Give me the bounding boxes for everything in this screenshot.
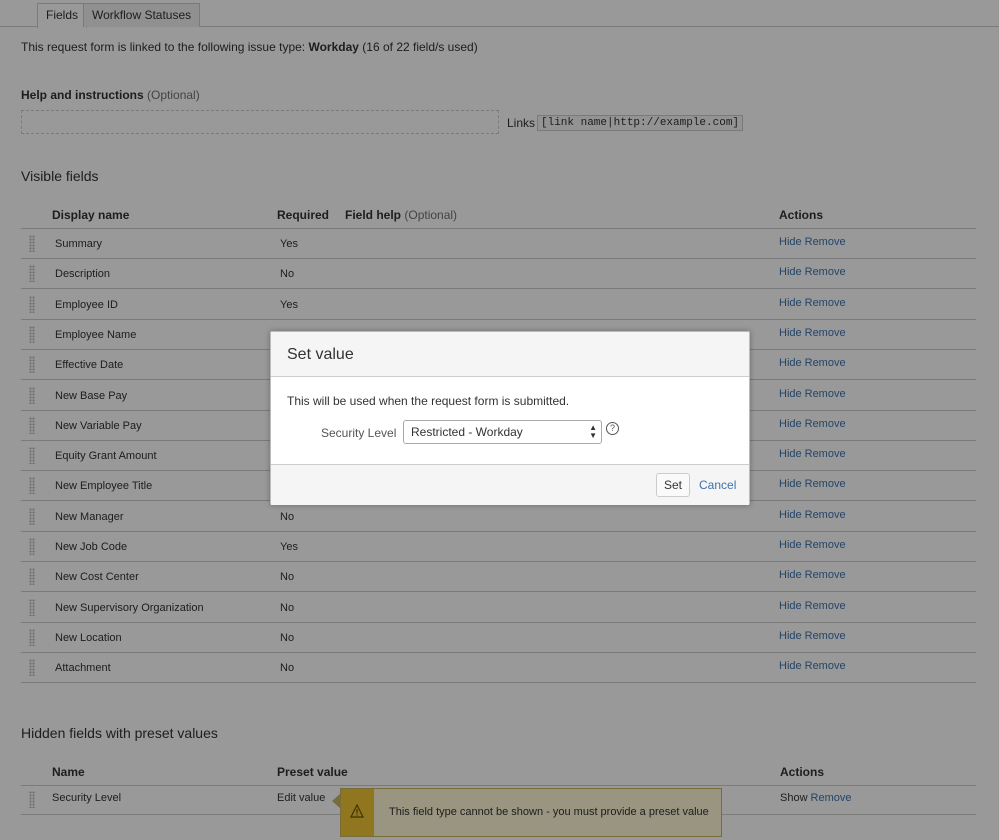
dialog-body: This will be used when the request form … — [271, 377, 749, 464]
set-button[interactable]: Set — [656, 473, 690, 497]
help-icon[interactable]: ? — [606, 422, 619, 435]
cancel-link[interactable]: Cancel — [699, 478, 736, 492]
selected-value: Restricted - Workday — [411, 425, 523, 439]
security-level-label: Security Level — [321, 426, 397, 440]
security-level-select[interactable]: Restricted - Workday ▲ ▼ — [403, 420, 602, 444]
select-arrows-icon: ▲ ▼ — [589, 423, 597, 440]
dialog-description: This will be used when the request form … — [287, 394, 570, 408]
dialog-title: Set value — [271, 332, 749, 377]
set-value-dialog: Set value This will be used when the req… — [270, 331, 750, 505]
dialog-footer: Set Cancel — [271, 464, 749, 505]
